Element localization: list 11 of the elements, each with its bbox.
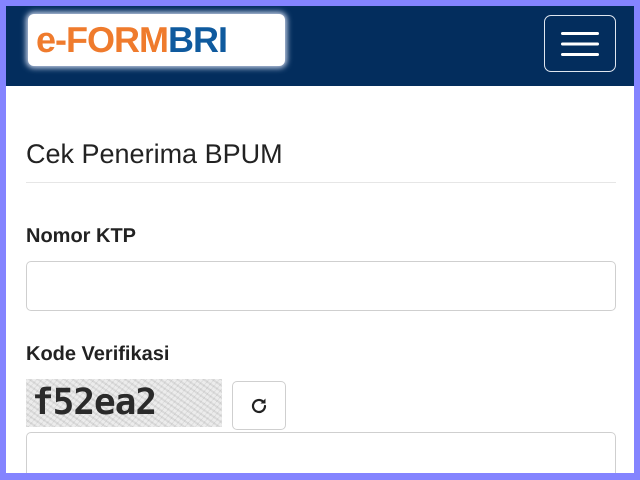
- captcha-text: f52ea2: [26, 379, 222, 428]
- verification-code-field[interactable]: [26, 432, 616, 473]
- logo-text: e-FORMBRI: [36, 22, 227, 58]
- menu-icon: [561, 30, 599, 56]
- refresh-button[interactable]: [232, 381, 286, 430]
- menu-button[interactable]: [544, 15, 616, 72]
- logo[interactable]: e-FORMBRI: [28, 14, 285, 66]
- field-label: Kode Verifikasi: [26, 342, 170, 368]
- field-label: Nomor KTP: [26, 224, 137, 250]
- input-field[interactable]: [26, 261, 616, 312]
- form-title: Cek Penerima BPUM: [26, 138, 616, 184]
